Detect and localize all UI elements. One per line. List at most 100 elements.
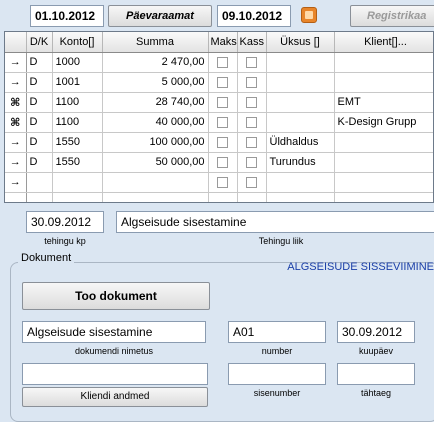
cell-summa[interactable]: 40 000,00 xyxy=(102,112,209,133)
table-row[interactable]: → D 1001 5 000,00 xyxy=(5,72,433,93)
row-indicator-icon[interactable]: → xyxy=(5,172,27,193)
cell-summa[interactable]: 5 000,00 xyxy=(102,72,209,93)
cell-kass-checkbox[interactable] xyxy=(237,152,267,173)
cell-dk[interactable]: D xyxy=(26,72,53,93)
cell-yksus[interactable] xyxy=(266,112,335,133)
cell-yksus[interactable] xyxy=(266,52,335,73)
document-name-field[interactable]: Algseisude sisestamine xyxy=(22,321,206,343)
header-dk[interactable]: D/K xyxy=(26,32,53,53)
cell-yksus[interactable] xyxy=(266,72,335,93)
cell-dk[interactable]: D xyxy=(26,112,53,133)
transaction-type-field[interactable]: Algseisude sisestamine xyxy=(116,211,434,233)
cell-konto[interactable]: 1100 xyxy=(52,92,103,113)
cell-yksus[interactable] xyxy=(266,192,335,202)
row-indicator-icon[interactable]: → xyxy=(5,152,27,173)
cell-summa[interactable] xyxy=(102,192,209,202)
due-date-field[interactable] xyxy=(337,363,415,385)
document-number-field[interactable]: A01 xyxy=(228,321,326,343)
cell-dk[interactable]: D xyxy=(26,132,53,153)
cell-kass-checkbox[interactable] xyxy=(237,92,267,113)
cell-maks-checkbox[interactable] xyxy=(208,112,238,133)
date-to-field[interactable]: 09.10.2012 xyxy=(217,5,291,27)
header-konto[interactable]: Konto[] xyxy=(52,32,103,53)
cell-klient[interactable] xyxy=(334,52,433,73)
header-summa[interactable]: Summa xyxy=(102,32,209,53)
cell-kass-checkbox[interactable] xyxy=(237,112,267,133)
cell-klient[interactable]: K-Design Grupp xyxy=(334,112,433,133)
client-data-button[interactable]: Kliendi andmed xyxy=(22,387,208,407)
cell-summa[interactable]: 100 000,00 xyxy=(102,132,209,153)
table-row[interactable] xyxy=(5,192,433,202)
header-maks[interactable]: Maks xyxy=(208,32,238,53)
row-indicator-icon[interactable]: ⌘ xyxy=(5,112,27,133)
cell-maks[interactable] xyxy=(208,192,238,202)
table-row[interactable]: ⌘ D 1100 40 000,00 K-Design Grupp xyxy=(5,112,433,133)
cell-yksus[interactable] xyxy=(266,172,335,193)
cell-yksus[interactable]: Üldhaldus xyxy=(266,132,335,153)
row-indicator-icon[interactable]: → xyxy=(5,132,27,153)
cell-dk[interactable]: D xyxy=(26,152,53,173)
cell-konto[interactable] xyxy=(52,172,103,193)
cell-maks-checkbox[interactable] xyxy=(208,52,238,73)
cell-summa[interactable] xyxy=(102,172,209,193)
row-indicator-icon[interactable]: → xyxy=(5,72,27,93)
document-heading: ALGSEISUDE SISSEVIIMINE xyxy=(287,261,434,273)
cell-kass-checkbox[interactable] xyxy=(237,72,267,93)
cell-summa[interactable]: 50 000,00 xyxy=(102,152,209,173)
cell-konto[interactable]: 1550 xyxy=(52,132,103,153)
row-indicator-icon[interactable]: ⌘ xyxy=(5,92,27,113)
cell-summa[interactable]: 2 470,00 xyxy=(102,52,209,73)
cell-klient[interactable] xyxy=(334,132,433,153)
cell-konto[interactable]: 1100 xyxy=(52,112,103,133)
entries-grid[interactable]: D/K Konto[] Summa Maks Kass Üksus [] Kli… xyxy=(4,31,434,203)
cell-maks-checkbox[interactable] xyxy=(208,152,238,173)
cell-maks-checkbox[interactable] xyxy=(208,172,238,193)
cell-konto[interactable] xyxy=(52,192,103,202)
cell-klient[interactable] xyxy=(334,172,433,193)
client-field[interactable] xyxy=(22,363,208,385)
cell-summa[interactable]: 28 740,00 xyxy=(102,92,209,113)
register-button[interactable]: Registrikaa xyxy=(350,5,434,27)
inner-number-field[interactable] xyxy=(228,363,326,385)
cell-kass-checkbox[interactable] xyxy=(237,132,267,153)
cell-konto[interactable]: 1000 xyxy=(52,52,103,73)
calendar-icon[interactable] xyxy=(301,7,317,23)
cell-dk[interactable]: D xyxy=(26,52,53,73)
cell-yksus[interactable] xyxy=(266,92,335,113)
cell-dk[interactable] xyxy=(26,172,53,193)
cell-yksus[interactable]: Turundus xyxy=(266,152,335,173)
cell-konto[interactable]: 1001 xyxy=(52,72,103,93)
transaction-date-label: tehingu kp xyxy=(44,236,86,246)
table-row[interactable]: → xyxy=(5,172,433,193)
cell-maks-checkbox[interactable] xyxy=(208,72,238,93)
cell-kass[interactable] xyxy=(237,192,267,202)
cell-maks-checkbox[interactable] xyxy=(208,92,238,113)
document-date-field[interactable]: 30.09.2012 xyxy=(337,321,415,343)
document-name-label: dokumendi nimetus xyxy=(74,346,154,356)
daybook-button[interactable]: Päevaraamat xyxy=(108,5,212,27)
cell-klient[interactable] xyxy=(334,192,433,202)
header-kass[interactable]: Kass xyxy=(237,32,267,53)
transaction-date-field[interactable]: 30.09.2012 xyxy=(26,211,104,233)
row-indicator-icon[interactable]: → xyxy=(5,52,27,73)
table-row[interactable]: → D 1550 100 000,00 Üldhaldus xyxy=(5,132,433,153)
cell-kass-checkbox[interactable] xyxy=(237,52,267,73)
document-number-label: number xyxy=(261,346,293,356)
table-row[interactable]: ⌘ D 1100 28 740,00 EMT xyxy=(5,92,433,113)
header-klient[interactable]: Klient[]... xyxy=(334,32,433,53)
cell-kass-checkbox[interactable] xyxy=(237,172,267,193)
cell-dk[interactable] xyxy=(26,192,53,202)
cell-dk[interactable]: D xyxy=(26,92,53,113)
cell-konto[interactable]: 1550 xyxy=(52,152,103,173)
header-yksus[interactable]: Üksus [] xyxy=(266,32,335,53)
table-row[interactable]: → D 1000 2 470,00 xyxy=(5,52,433,73)
document-date-label: kuupäev xyxy=(358,346,394,356)
fetch-document-button[interactable]: Too dokument xyxy=(22,282,210,310)
document-group-title: Dokument xyxy=(18,252,75,264)
cell-klient[interactable] xyxy=(334,72,433,93)
date-from-field[interactable]: 01.10.2012 xyxy=(30,5,104,27)
table-row[interactable]: → D 1550 50 000,00 Turundus xyxy=(5,152,433,173)
cell-maks-checkbox[interactable] xyxy=(208,132,238,153)
cell-klient[interactable]: EMT xyxy=(334,92,433,113)
cell-klient[interactable] xyxy=(334,152,433,173)
